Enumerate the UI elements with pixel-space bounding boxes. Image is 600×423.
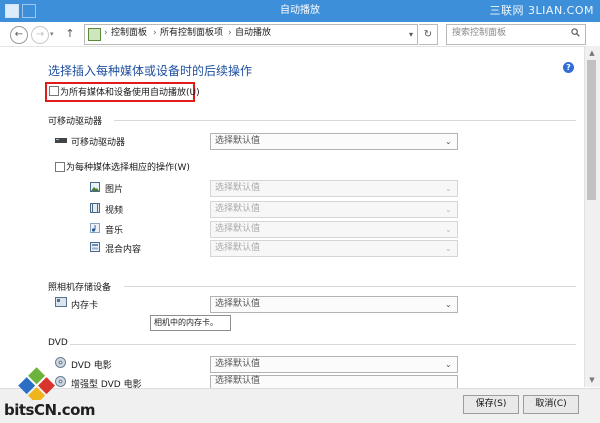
scrollbar-thumb[interactable] xyxy=(587,60,596,200)
per-media-checkbox[interactable] xyxy=(55,162,65,172)
chevron-down-icon[interactable]: ⌄ xyxy=(445,222,452,237)
media-label-video: 视频 xyxy=(105,206,124,216)
pictures-select-value: 选择默认值 xyxy=(215,183,261,193)
removable-drive-select-value: 选择默认值 xyxy=(215,136,261,146)
section-divider xyxy=(70,344,576,345)
removable-drive-icon xyxy=(55,138,67,143)
section-divider xyxy=(114,120,576,121)
memory-card-select-value: 选择默认值 xyxy=(215,299,261,309)
video-select-value: 选择默认值 xyxy=(215,204,261,214)
breadcrumb-all-items[interactable]: 所有控制面板项 xyxy=(160,24,223,43)
control-panel-icon xyxy=(88,28,101,41)
enhanced-dvd-select-value: 选择默认值 xyxy=(215,376,261,386)
section-removable-drives: 可移动驱动器 xyxy=(48,117,103,127)
page-heading: 选择插入每种媒体或设备时的后续操作 xyxy=(48,64,253,78)
scroll-up-icon[interactable]: ▲ xyxy=(584,47,600,59)
save-button[interactable]: 保存(S) xyxy=(463,395,519,414)
chevron-down-icon[interactable]: ⌄ xyxy=(445,134,452,149)
site-watermark: 三联网 3LIAN.COM xyxy=(489,4,594,17)
breadcrumb-separator-icon[interactable]: › xyxy=(104,24,108,43)
picture-icon xyxy=(90,182,100,192)
section-camera-storage: 照相机存储设备 xyxy=(48,283,112,293)
mixed-content-icon xyxy=(90,242,100,252)
mixed-content-select-value: 选择默认值 xyxy=(215,243,261,253)
chevron-down-icon[interactable]: ⌄ xyxy=(445,202,452,217)
address-dropdown-chevron-icon[interactable]: ▾ xyxy=(405,24,418,45)
breadcrumb-separator-icon[interactable]: › xyxy=(153,24,157,43)
help-icon[interactable]: ? xyxy=(563,62,574,73)
search-placeholder: 搜索控制面板 xyxy=(452,28,507,38)
video-icon xyxy=(90,203,100,213)
media-label-pictures: 图片 xyxy=(105,185,124,195)
tooltip: 相机中的内存卡。 xyxy=(150,315,231,331)
chevron-down-icon[interactable]: ⌄ xyxy=(445,297,452,312)
site-logo-text: bitsCN.com xyxy=(4,401,96,419)
use-autoplay-label[interactable]: 为所有媒体和设备使用自动播放(U) xyxy=(60,85,200,98)
music-icon xyxy=(90,223,100,233)
use-autoplay-checkbox[interactable] xyxy=(49,86,59,96)
removable-drive-label: 可移动驱动器 xyxy=(71,138,126,148)
dvd-movie-select-value: 选择默认值 xyxy=(215,359,261,369)
site-logo-icon xyxy=(18,367,55,400)
section-dvd: DVD xyxy=(48,338,68,348)
forward-arrow-icon[interactable]: → xyxy=(31,26,49,44)
media-label-mixed: 混合内容 xyxy=(105,245,142,255)
scroll-down-icon[interactable]: ▼ xyxy=(584,374,600,386)
back-arrow-icon[interactable]: ← xyxy=(10,26,28,44)
memory-card-icon xyxy=(55,297,67,307)
per-media-label[interactable]: 为每种媒体选择相应的操作(W) xyxy=(66,160,190,173)
memory-card-label: 内存卡 xyxy=(71,301,99,311)
chevron-down-icon[interactable]: ⌄ xyxy=(445,357,452,372)
cancel-button[interactable]: 取消(C) xyxy=(523,395,579,414)
section-divider xyxy=(124,286,576,287)
music-select-value: 选择默认值 xyxy=(215,224,261,234)
chevron-down-icon[interactable]: ⌄ xyxy=(445,241,452,256)
search-icon[interactable] xyxy=(571,28,580,37)
chevron-down-icon[interactable]: ⌄ xyxy=(445,181,452,196)
media-label-music: 音乐 xyxy=(105,226,124,236)
breadcrumb-control-panel[interactable]: 控制面板 xyxy=(111,24,147,43)
refresh-icon[interactable]: ↻ xyxy=(419,24,438,45)
recent-pages-chevron-icon[interactable]: ▾ xyxy=(50,30,54,38)
breadcrumb-separator-icon[interactable]: › xyxy=(228,24,232,43)
dvd-movie-label: DVD 电影 xyxy=(71,361,112,371)
breadcrumb-autoplay[interactable]: 自动播放 xyxy=(235,24,271,43)
up-arrow-icon[interactable]: ↑ xyxy=(64,26,76,42)
